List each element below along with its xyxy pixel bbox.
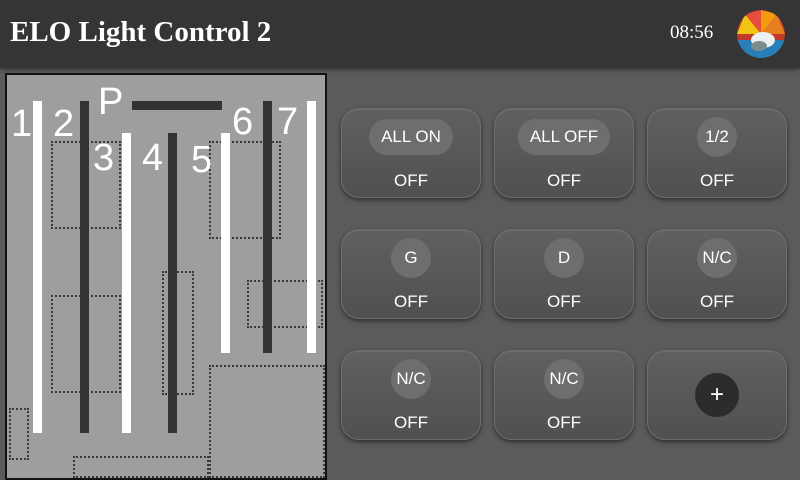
strip-label-6: 6 [232,101,254,143]
scene-tile-all-off[interactable]: ALL OFF OFF [494,108,634,198]
scene-tile-nc[interactable]: N/C OFF [341,350,481,440]
scene-button-nc[interactable]: N/C [544,359,584,399]
strip-label-4: 4 [142,137,164,179]
strip-label-7: 7 [277,101,299,143]
strip-label-1: 1 [11,103,33,145]
scene-button-g[interactable]: G [391,238,431,278]
scene-button-all-off[interactable]: ALL OFF [517,119,611,155]
clock: 08:56 [670,22,714,43]
scene-tile-half[interactable]: 1/2 OFF [647,108,787,198]
scene-state: OFF [547,292,581,311]
scene-state: OFF [547,171,581,190]
app-title: ELO Light Control 2 [10,16,272,48]
floorplan: 1 2 P 3 4 5 6 7 [5,73,327,480]
strip-label-p: P [98,81,124,123]
light-strip-5[interactable] [221,133,230,353]
light-strip-2[interactable] [80,101,89,433]
strip-label-3: 3 [93,137,115,179]
scene-tile-d[interactable]: D OFF [494,229,634,319]
scene-button-nc[interactable]: N/C [391,359,431,399]
scene-state: OFF [700,292,734,311]
scene-tile-g[interactable]: G OFF [341,229,481,319]
add-scene-tile[interactable]: + [647,350,787,440]
user-avatar-icon[interactable] [737,10,785,58]
scene-tile-nc[interactable]: N/C OFF [494,350,634,440]
strip-label-2: 2 [53,103,75,145]
light-strip-6[interactable] [263,101,272,353]
scene-state: OFF [394,413,428,432]
zone-area [73,456,209,478]
scene-tile-all-on[interactable]: ALL ON OFF [341,108,481,198]
light-strip-1[interactable] [33,101,42,433]
scene-button-d[interactable]: D [544,238,584,278]
scene-button-half[interactable]: 1/2 [697,117,737,157]
scene-button-all-on[interactable]: ALL ON [369,119,453,155]
light-strip-7[interactable] [307,101,316,353]
app-header: ELO Light Control 2 08:56 [0,0,800,68]
add-icon[interactable]: + [695,373,739,417]
light-strip-4[interactable] [168,133,177,433]
light-strip-3[interactable] [122,133,131,433]
scene-state: OFF [394,171,428,190]
scene-state: OFF [700,171,734,190]
zone-area [209,365,325,478]
zone-area [9,408,29,460]
strip-label-5: 5 [191,139,213,181]
scene-tile-nc[interactable]: N/C OFF [647,229,787,319]
light-strip-p[interactable] [132,101,222,110]
zone-area [162,271,194,395]
scene-state: OFF [547,413,581,432]
scene-button-nc[interactable]: N/C [697,238,737,278]
scene-state: OFF [394,292,428,311]
